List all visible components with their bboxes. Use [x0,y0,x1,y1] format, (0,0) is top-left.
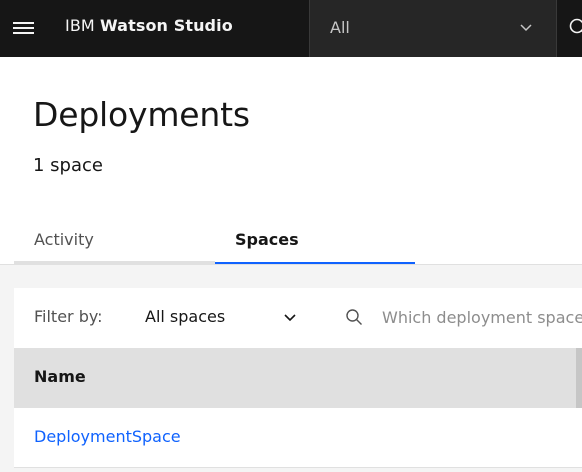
space-count: 1 space [33,155,103,176]
product-name[interactable]: IBM Watson Studio [65,16,233,35]
context-selector[interactable]: All [309,0,557,57]
search-icon[interactable] [568,17,582,39]
tab-activity[interactable]: Activity [14,216,215,264]
brand-product: Watson Studio [100,16,233,35]
chevron-down-icon [284,314,296,322]
table-row[interactable]: DeploymentSpace [14,408,582,468]
filter-dropdown[interactable]: All spaces [128,296,324,338]
top-navigation-bar: IBM Watson Studio All [0,0,582,57]
brand-prefix: IBM [65,16,95,35]
column-header-name[interactable]: Name [34,367,86,386]
main-menu-button[interactable] [0,0,46,57]
scrollbar[interactable] [576,348,582,408]
page-title: Deployments [33,95,250,134]
search-input[interactable] [382,302,582,332]
hamburger-menu-icon [12,22,34,35]
tab-spaces[interactable]: Spaces [215,216,415,264]
filter-dropdown-value: All spaces [145,307,226,326]
chevron-down-icon [520,24,532,32]
table-toolbar: Filter by: All spaces [14,288,582,348]
space-search[interactable] [336,296,582,338]
space-name-link[interactable]: DeploymentSpace [34,427,181,446]
context-selector-value: All [330,18,350,37]
search-icon [346,309,362,325]
table-header: Name [14,348,582,408]
filter-label: Filter by: [34,307,103,326]
